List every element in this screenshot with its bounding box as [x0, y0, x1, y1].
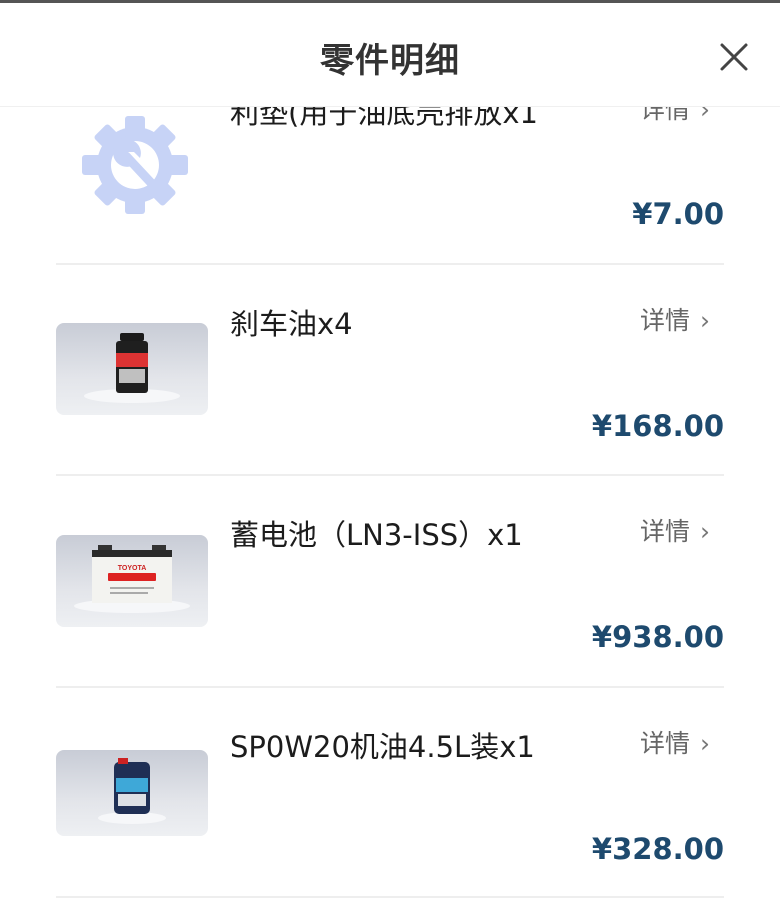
detail-label: 详情 [640, 306, 691, 335]
engine-oil-jug-image [56, 750, 208, 836]
parts-list[interactable]: 利垫(用于油底壳排放x1 详情 › ¥7.00 刹车油x4 详情 › ¥168.… [0, 0, 780, 899]
item-name: 刹车油x4 [230, 307, 353, 341]
close-icon[interactable] [712, 35, 756, 79]
chevron-right-icon: › [700, 306, 711, 335]
list-item[interactable]: SP0W20机油4.5L装x1 详情 › ¥328.00 [0, 688, 780, 899]
list-item[interactable]: 刹车油x4 详情 › ¥168.00 [0, 265, 780, 477]
detail-label: 详情 [640, 517, 691, 546]
item-name: SP0W20机油4.5L装x1 [230, 730, 535, 764]
list-item[interactable]: TOYOTA 蓄电池（LN3-ISS）x1 详情 › ¥938.00 [0, 476, 780, 688]
detail-link[interactable]: 详情 › [640, 512, 710, 548]
chevron-right-icon: › [700, 517, 711, 546]
toyota-battery-image: TOYOTA [56, 535, 208, 627]
detail-link[interactable]: 详情 › [640, 301, 710, 337]
item-price: ¥328.00 [591, 832, 724, 866]
brake-fluid-bottle-image [56, 323, 208, 415]
divider [56, 896, 724, 898]
item-name: 蓄电池（LN3-ISS）x1 [230, 518, 523, 552]
detail-link[interactable]: 详情 › [640, 724, 710, 760]
detail-label: 详情 [640, 729, 691, 758]
chevron-right-icon: › [700, 729, 711, 758]
modal-header: 零件明细 [0, 3, 780, 107]
item-price: ¥168.00 [591, 409, 724, 443]
item-price: ¥938.00 [591, 620, 724, 654]
item-price: ¥7.00 [632, 197, 724, 231]
battery-brand: TOYOTA [118, 565, 147, 572]
page-title: 零件明细 [320, 41, 460, 81]
gear-wrench-icon [82, 116, 188, 214]
